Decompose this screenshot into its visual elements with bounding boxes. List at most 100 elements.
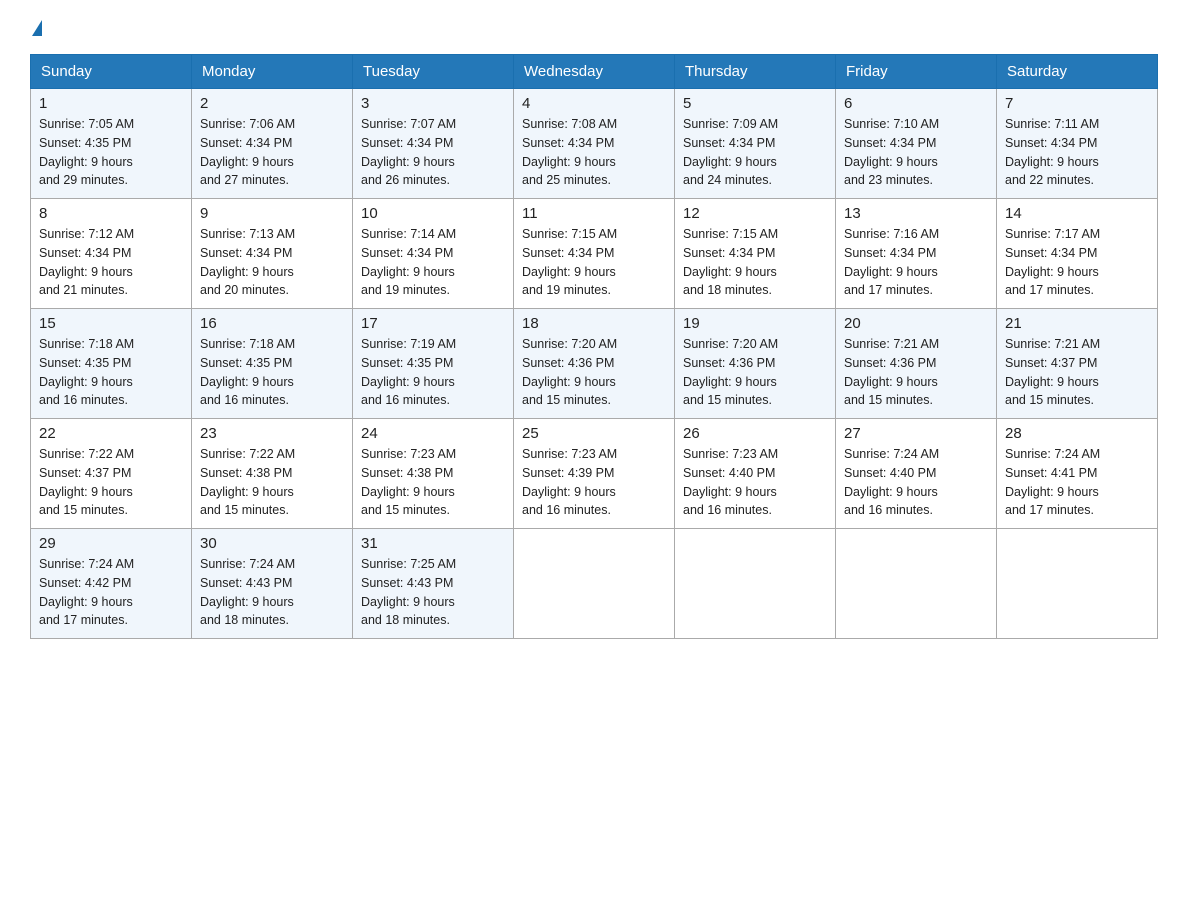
empty-cell — [514, 529, 675, 639]
calendar-day-7: 7 Sunrise: 7:11 AMSunset: 4:34 PMDayligh… — [997, 89, 1158, 199]
day-info: Sunrise: 7:20 AMSunset: 4:36 PMDaylight:… — [522, 335, 666, 410]
day-number: 29 — [39, 535, 183, 552]
day-info: Sunrise: 7:14 AMSunset: 4:34 PMDaylight:… — [361, 225, 505, 300]
calendar-day-12: 12 Sunrise: 7:15 AMSunset: 4:34 PMDaylig… — [675, 199, 836, 309]
col-header-wednesday: Wednesday — [514, 55, 675, 89]
calendar-day-6: 6 Sunrise: 7:10 AMSunset: 4:34 PMDayligh… — [836, 89, 997, 199]
day-info: Sunrise: 7:06 AMSunset: 4:34 PMDaylight:… — [200, 115, 344, 190]
calendar-day-3: 3 Sunrise: 7:07 AMSunset: 4:34 PMDayligh… — [353, 89, 514, 199]
calendar-day-2: 2 Sunrise: 7:06 AMSunset: 4:34 PMDayligh… — [192, 89, 353, 199]
calendar-day-16: 16 Sunrise: 7:18 AMSunset: 4:35 PMDaylig… — [192, 309, 353, 419]
day-info: Sunrise: 7:12 AMSunset: 4:34 PMDaylight:… — [39, 225, 183, 300]
calendar-day-18: 18 Sunrise: 7:20 AMSunset: 4:36 PMDaylig… — [514, 309, 675, 419]
calendar-day-14: 14 Sunrise: 7:17 AMSunset: 4:34 PMDaylig… — [997, 199, 1158, 309]
calendar-day-25: 25 Sunrise: 7:23 AMSunset: 4:39 PMDaylig… — [514, 419, 675, 529]
day-info: Sunrise: 7:19 AMSunset: 4:35 PMDaylight:… — [361, 335, 505, 410]
calendar-day-23: 23 Sunrise: 7:22 AMSunset: 4:38 PMDaylig… — [192, 419, 353, 529]
page-header — [30, 20, 1158, 38]
day-info: Sunrise: 7:11 AMSunset: 4:34 PMDaylight:… — [1005, 115, 1149, 190]
day-info: Sunrise: 7:21 AMSunset: 4:37 PMDaylight:… — [1005, 335, 1149, 410]
day-number: 17 — [361, 315, 505, 332]
day-info: Sunrise: 7:08 AMSunset: 4:34 PMDaylight:… — [522, 115, 666, 190]
day-info: Sunrise: 7:22 AMSunset: 4:37 PMDaylight:… — [39, 445, 183, 520]
calendar-day-15: 15 Sunrise: 7:18 AMSunset: 4:35 PMDaylig… — [31, 309, 192, 419]
day-info: Sunrise: 7:24 AMSunset: 4:41 PMDaylight:… — [1005, 445, 1149, 520]
day-info: Sunrise: 7:21 AMSunset: 4:36 PMDaylight:… — [844, 335, 988, 410]
day-number: 27 — [844, 425, 988, 442]
day-info: Sunrise: 7:05 AMSunset: 4:35 PMDaylight:… — [39, 115, 183, 190]
day-number: 20 — [844, 315, 988, 332]
day-number: 25 — [522, 425, 666, 442]
day-number: 9 — [200, 205, 344, 222]
day-number: 5 — [683, 95, 827, 112]
day-number: 30 — [200, 535, 344, 552]
day-info: Sunrise: 7:23 AMSunset: 4:38 PMDaylight:… — [361, 445, 505, 520]
day-number: 11 — [522, 205, 666, 222]
empty-cell — [836, 529, 997, 639]
empty-cell — [997, 529, 1158, 639]
day-number: 2 — [200, 95, 344, 112]
day-info: Sunrise: 7:24 AMSunset: 4:42 PMDaylight:… — [39, 555, 183, 630]
day-info: Sunrise: 7:13 AMSunset: 4:34 PMDaylight:… — [200, 225, 344, 300]
day-number: 8 — [39, 205, 183, 222]
day-info: Sunrise: 7:10 AMSunset: 4:34 PMDaylight:… — [844, 115, 988, 190]
day-info: Sunrise: 7:17 AMSunset: 4:34 PMDaylight:… — [1005, 225, 1149, 300]
calendar-day-4: 4 Sunrise: 7:08 AMSunset: 4:34 PMDayligh… — [514, 89, 675, 199]
calendar-day-10: 10 Sunrise: 7:14 AMSunset: 4:34 PMDaylig… — [353, 199, 514, 309]
day-info: Sunrise: 7:25 AMSunset: 4:43 PMDaylight:… — [361, 555, 505, 630]
calendar-day-30: 30 Sunrise: 7:24 AMSunset: 4:43 PMDaylig… — [192, 529, 353, 639]
day-number: 18 — [522, 315, 666, 332]
day-info: Sunrise: 7:23 AMSunset: 4:39 PMDaylight:… — [522, 445, 666, 520]
day-number: 21 — [1005, 315, 1149, 332]
calendar-day-31: 31 Sunrise: 7:25 AMSunset: 4:43 PMDaylig… — [353, 529, 514, 639]
day-number: 14 — [1005, 205, 1149, 222]
day-number: 10 — [361, 205, 505, 222]
col-header-sunday: Sunday — [31, 55, 192, 89]
day-number: 4 — [522, 95, 666, 112]
calendar-day-8: 8 Sunrise: 7:12 AMSunset: 4:34 PMDayligh… — [31, 199, 192, 309]
day-info: Sunrise: 7:24 AMSunset: 4:40 PMDaylight:… — [844, 445, 988, 520]
day-info: Sunrise: 7:09 AMSunset: 4:34 PMDaylight:… — [683, 115, 827, 190]
calendar-day-24: 24 Sunrise: 7:23 AMSunset: 4:38 PMDaylig… — [353, 419, 514, 529]
empty-cell — [675, 529, 836, 639]
day-number: 26 — [683, 425, 827, 442]
day-number: 23 — [200, 425, 344, 442]
calendar-day-1: 1 Sunrise: 7:05 AMSunset: 4:35 PMDayligh… — [31, 89, 192, 199]
day-info: Sunrise: 7:18 AMSunset: 4:35 PMDaylight:… — [39, 335, 183, 410]
calendar-day-26: 26 Sunrise: 7:23 AMSunset: 4:40 PMDaylig… — [675, 419, 836, 529]
calendar-day-13: 13 Sunrise: 7:16 AMSunset: 4:34 PMDaylig… — [836, 199, 997, 309]
col-header-saturday: Saturday — [997, 55, 1158, 89]
logo-triangle-icon — [32, 20, 42, 36]
day-info: Sunrise: 7:15 AMSunset: 4:34 PMDaylight:… — [683, 225, 827, 300]
calendar-day-27: 27 Sunrise: 7:24 AMSunset: 4:40 PMDaylig… — [836, 419, 997, 529]
day-number: 16 — [200, 315, 344, 332]
col-header-friday: Friday — [836, 55, 997, 89]
calendar-day-28: 28 Sunrise: 7:24 AMSunset: 4:41 PMDaylig… — [997, 419, 1158, 529]
day-number: 3 — [361, 95, 505, 112]
calendar-day-21: 21 Sunrise: 7:21 AMSunset: 4:37 PMDaylig… — [997, 309, 1158, 419]
calendar-day-5: 5 Sunrise: 7:09 AMSunset: 4:34 PMDayligh… — [675, 89, 836, 199]
day-info: Sunrise: 7:20 AMSunset: 4:36 PMDaylight:… — [683, 335, 827, 410]
day-info: Sunrise: 7:22 AMSunset: 4:38 PMDaylight:… — [200, 445, 344, 520]
day-info: Sunrise: 7:15 AMSunset: 4:34 PMDaylight:… — [522, 225, 666, 300]
day-number: 19 — [683, 315, 827, 332]
day-info: Sunrise: 7:18 AMSunset: 4:35 PMDaylight:… — [200, 335, 344, 410]
calendar-day-22: 22 Sunrise: 7:22 AMSunset: 4:37 PMDaylig… — [31, 419, 192, 529]
col-header-thursday: Thursday — [675, 55, 836, 89]
logo — [30, 20, 42, 38]
day-number: 24 — [361, 425, 505, 442]
day-number: 22 — [39, 425, 183, 442]
day-info: Sunrise: 7:07 AMSunset: 4:34 PMDaylight:… — [361, 115, 505, 190]
col-header-tuesday: Tuesday — [353, 55, 514, 89]
day-number: 1 — [39, 95, 183, 112]
calendar-day-29: 29 Sunrise: 7:24 AMSunset: 4:42 PMDaylig… — [31, 529, 192, 639]
day-number: 12 — [683, 205, 827, 222]
day-info: Sunrise: 7:16 AMSunset: 4:34 PMDaylight:… — [844, 225, 988, 300]
day-number: 31 — [361, 535, 505, 552]
calendar-day-11: 11 Sunrise: 7:15 AMSunset: 4:34 PMDaylig… — [514, 199, 675, 309]
calendar-table: SundayMondayTuesdayWednesdayThursdayFrid… — [30, 54, 1158, 639]
calendar-day-20: 20 Sunrise: 7:21 AMSunset: 4:36 PMDaylig… — [836, 309, 997, 419]
day-info: Sunrise: 7:23 AMSunset: 4:40 PMDaylight:… — [683, 445, 827, 520]
day-number: 7 — [1005, 95, 1149, 112]
calendar-day-17: 17 Sunrise: 7:19 AMSunset: 4:35 PMDaylig… — [353, 309, 514, 419]
